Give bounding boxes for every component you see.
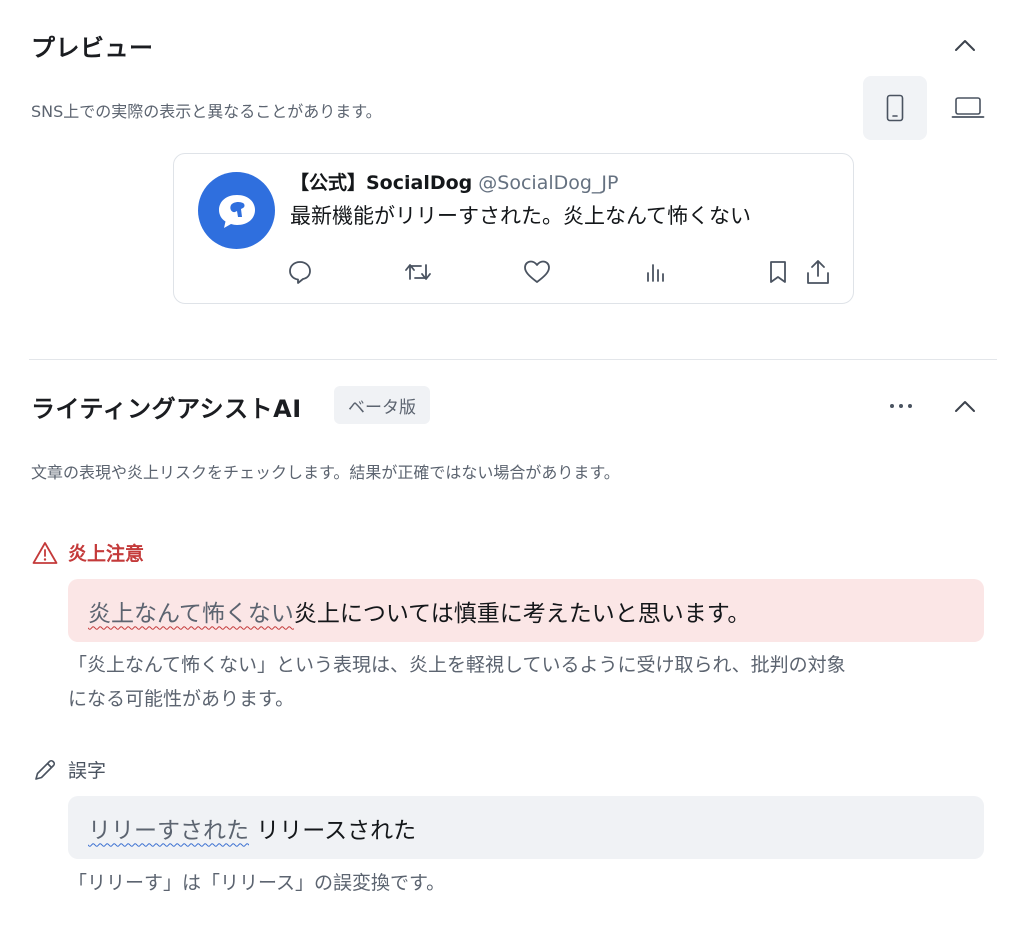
preview-collapse-button[interactable] <box>948 28 982 62</box>
issue-explanation-typo: 「リリーす」は「リリース」の誤変換です。 <box>68 866 445 900</box>
share-icon <box>807 260 829 284</box>
assist-collapse-button[interactable] <box>948 389 982 423</box>
tweet-like-action <box>519 254 555 290</box>
suggestion-box-typo[interactable]: リリーすされた リリースされた <box>68 796 984 859</box>
assist-more-button[interactable] <box>884 389 918 423</box>
issue-typo-header: 誤字 <box>32 756 106 783</box>
preview-title: プレビュー <box>31 34 154 62</box>
tweet-retweet-action <box>400 254 436 290</box>
explanation-line: 「炎上なんて怖くない」という表現は、炎上を軽視しているように受け取られ、批判の対… <box>68 654 846 676</box>
preview-subtitle: SNS上での実際の表示と異なることがあります。 <box>31 102 382 121</box>
pencil-icon <box>35 759 56 780</box>
tweet-share-action <box>800 254 836 290</box>
warning-triangle-icon <box>32 541 58 564</box>
tweet-author-name: 【公式】SocialDog <box>290 172 473 194</box>
section-divider <box>29 359 997 360</box>
tweet-actions <box>174 254 855 290</box>
chevron-up-icon <box>955 40 975 51</box>
mobile-icon <box>886 94 904 122</box>
socialdog-logo-icon <box>218 194 255 228</box>
reply-icon <box>289 261 311 284</box>
avatar <box>198 172 275 249</box>
retweet-icon <box>405 264 431 280</box>
tweet-preview-card: 【公式】SocialDog @SocialDog_JP 最新機能がリリーすされた。… <box>173 153 854 304</box>
assist-subtitle: 文章の表現や炎上リスクをチェックします。結果が正確ではない場合があります。 <box>31 463 620 482</box>
suggestion-box-flame[interactable]: 炎上なんて怖くない 炎上については慎重に考えたいと思います。 <box>68 579 984 642</box>
tweet-header: 【公式】SocialDog @SocialDog_JP <box>290 168 619 195</box>
more-horizontal-icon <box>890 404 912 408</box>
explanation-line: 「リリーす」は「リリース」の誤変換です。 <box>68 872 446 894</box>
suggested-text: 炎上については慎重に考えたいと思います。 <box>293 600 751 627</box>
device-mobile-button[interactable] <box>863 76 927 140</box>
tweet-views-action <box>638 254 674 290</box>
tweet-reply-action <box>282 254 318 290</box>
tweet-text: 最新機能がリリーすされた。炎上なんて怖くない <box>290 204 751 228</box>
issue-explanation-flame: 「炎上なんて怖くない」という表現は、炎上を軽視しているように受け取られ、批判の対… <box>68 648 846 716</box>
beta-badge: ベータ版 <box>334 386 430 424</box>
views-icon <box>647 264 664 282</box>
flagged-phrase: 炎上なんて怖くない <box>88 600 294 627</box>
issue-label: 誤字 <box>68 760 107 782</box>
explanation-line: になる可能性があります。 <box>68 688 295 710</box>
chevron-up-icon <box>955 401 975 412</box>
assist-title: ライティングアシストAI <box>31 395 302 423</box>
suggested-text: リリースされた <box>249 817 417 844</box>
flagged-phrase: リリーすされた <box>88 817 249 844</box>
bookmark-icon <box>770 261 786 283</box>
tweet-author-handle: @SocialDog_JP <box>478 172 619 194</box>
issue-label: 炎上注意 <box>68 543 145 565</box>
device-desktop-button[interactable] <box>936 76 1000 140</box>
tweet-bookmark-action <box>760 254 796 290</box>
like-icon <box>524 260 550 283</box>
laptop-icon <box>951 97 985 118</box>
issue-flame-warning-header: 炎上注意 <box>32 539 144 566</box>
